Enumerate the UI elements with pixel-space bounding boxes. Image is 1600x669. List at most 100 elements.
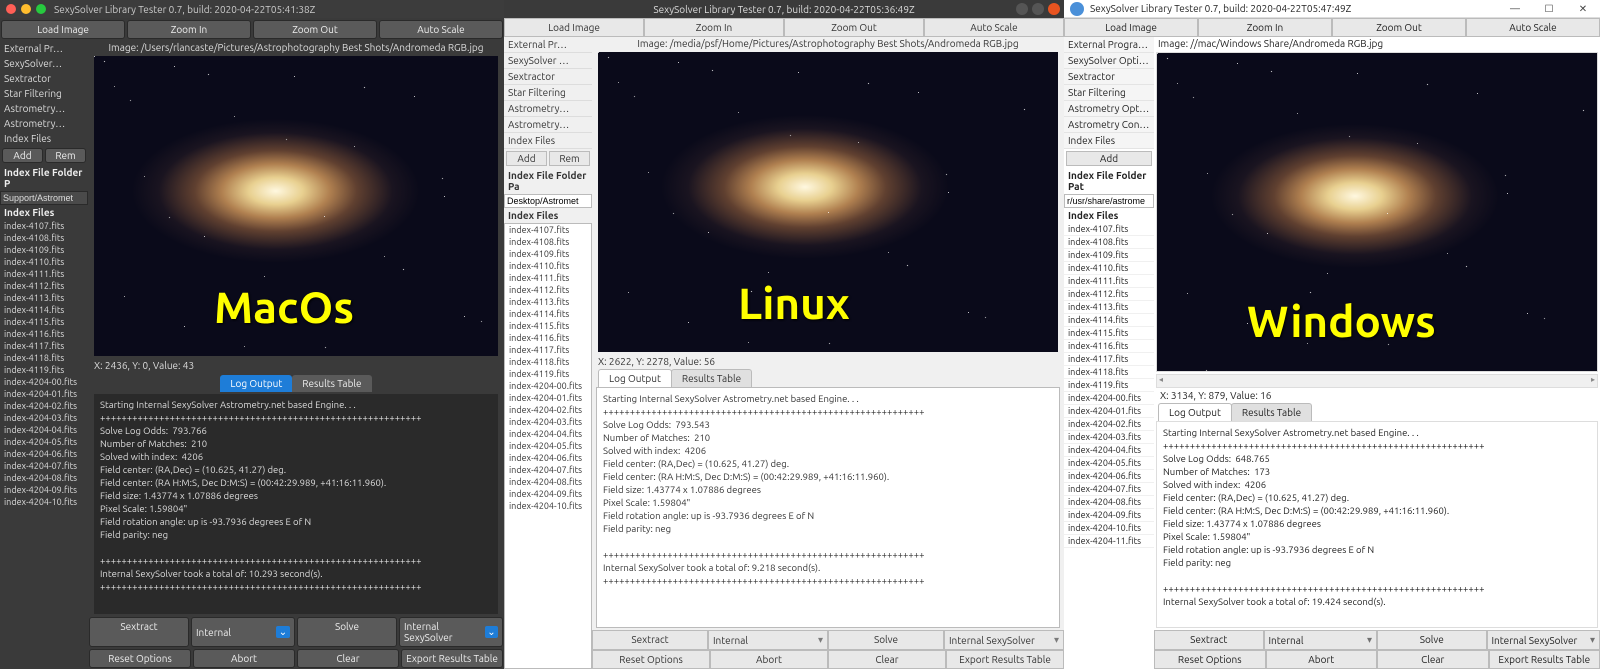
- index-file-item[interactable]: index-4204-06.fits: [0, 448, 88, 460]
- index-file-item[interactable]: index-4117.fits: [505, 344, 591, 356]
- folder-path-input[interactable]: [1064, 194, 1154, 208]
- sidebar-option[interactable]: SexySolver Options: [1064, 53, 1154, 69]
- index-file-item[interactable]: index-4113.fits: [0, 292, 88, 304]
- solver-select[interactable]: Internal SexySolver: [944, 630, 1064, 650]
- clear-button[interactable]: Clear: [1377, 650, 1489, 669]
- index-file-item[interactable]: index-4109.fits: [505, 248, 591, 260]
- index-file-item[interactable]: index-4204-09.fits: [0, 484, 88, 496]
- sidebar-option[interactable]: Sextractor: [504, 69, 592, 85]
- index-file-item[interactable]: index-4115.fits: [505, 320, 591, 332]
- index-file-item[interactable]: index-4115.fits: [0, 316, 88, 328]
- index-file-item[interactable]: index-4204-08.fits: [0, 472, 88, 484]
- auto-scale-button[interactable]: Auto Scale: [1466, 18, 1600, 37]
- index-file-item[interactable]: index-4204-02.fits: [505, 404, 591, 416]
- index-file-item[interactable]: index-4204-04.fits: [0, 424, 88, 436]
- abort-button[interactable]: Abort: [193, 649, 295, 668]
- index-file-item[interactable]: index-4114.fits: [1064, 314, 1154, 327]
- index-file-item[interactable]: index-4204-06.fits: [505, 452, 591, 464]
- reset-options-button[interactable]: Reset Options: [1154, 650, 1266, 669]
- index-file-item[interactable]: index-4112.fits: [505, 284, 591, 296]
- index-file-item[interactable]: index-4111.fits: [505, 272, 591, 284]
- index-file-item[interactable]: index-4113.fits: [505, 296, 591, 308]
- index-file-item[interactable]: index-4204-05.fits: [1064, 457, 1154, 470]
- index-file-item[interactable]: index-4109.fits: [0, 244, 88, 256]
- index-file-item[interactable]: index-4204-09.fits: [505, 488, 591, 500]
- sidebar-option[interactable]: Index Files: [504, 133, 592, 149]
- load-image-button[interactable]: Load Image: [504, 18, 644, 37]
- index-file-item[interactable]: index-4204-05.fits: [505, 440, 591, 452]
- zoom-out-button[interactable]: Zoom Out: [1332, 18, 1466, 37]
- index-file-item[interactable]: index-4204-07.fits: [1064, 483, 1154, 496]
- index-file-item[interactable]: index-4119.fits: [505, 368, 591, 380]
- index-file-item[interactable]: index-4204-06.fits: [1064, 470, 1154, 483]
- index-file-item[interactable]: index-4204-03.fits: [0, 412, 88, 424]
- index-file-item[interactable]: index-4119.fits: [1064, 379, 1154, 392]
- tab-log-output[interactable]: Log Output: [220, 375, 292, 392]
- index-file-item[interactable]: index-4204-10.fits: [1064, 522, 1154, 535]
- sextract-mode-select[interactable]: Internal: [708, 630, 828, 650]
- solver-select[interactable]: Internal SexySolver: [399, 617, 503, 647]
- sidebar-option[interactable]: Astrometry…: [0, 101, 88, 116]
- sextract-mode-select[interactable]: Internal: [191, 617, 295, 647]
- zoom-out-button[interactable]: Zoom Out: [253, 20, 377, 39]
- sidebar-option[interactable]: External Program …: [1064, 37, 1154, 53]
- index-file-item[interactable]: index-4204-04.fits: [505, 428, 591, 440]
- index-file-item[interactable]: index-4116.fits: [0, 328, 88, 340]
- zoom-in-button[interactable]: Zoom In: [1198, 18, 1332, 37]
- index-file-item[interactable]: index-4110.fits: [0, 256, 88, 268]
- folder-path-input[interactable]: [0, 191, 88, 205]
- log-output[interactable]: Starting Internal SexySolver Astrometry.…: [596, 387, 1060, 628]
- solver-select[interactable]: Internal SexySolver: [1487, 630, 1600, 650]
- image-view[interactable]: Windows: [1156, 52, 1598, 372]
- index-file-item[interactable]: index-4115.fits: [1064, 327, 1154, 340]
- solve-button[interactable]: Solve: [828, 630, 944, 650]
- clear-button[interactable]: Clear: [828, 650, 946, 669]
- minimize-icon[interactable]: [1016, 3, 1028, 15]
- index-file-item[interactable]: index-4116.fits: [1064, 340, 1154, 353]
- remove-button[interactable]: Rem: [45, 148, 86, 163]
- tab-results-table[interactable]: Results Table: [1231, 403, 1312, 421]
- maximize-icon[interactable]: [1032, 3, 1044, 15]
- index-file-item[interactable]: index-4108.fits: [1064, 236, 1154, 249]
- index-file-item[interactable]: index-4204-08.fits: [505, 476, 591, 488]
- sidebar-option[interactable]: External Pr…: [504, 37, 592, 53]
- auto-scale-button[interactable]: Auto Scale: [924, 18, 1064, 37]
- folder-path-input[interactable]: [504, 194, 592, 208]
- index-file-list[interactable]: index-4107.fitsindex-4108.fitsindex-4109…: [1064, 223, 1154, 669]
- index-file-item[interactable]: index-4204-09.fits: [1064, 509, 1154, 522]
- index-file-item[interactable]: index-4111.fits: [0, 268, 88, 280]
- index-file-item[interactable]: index-4111.fits: [1064, 275, 1154, 288]
- minimize-icon[interactable]: —: [1498, 0, 1532, 18]
- index-file-item[interactable]: index-4204-05.fits: [0, 436, 88, 448]
- remove-button[interactable]: Rem: [549, 151, 590, 166]
- index-file-item[interactable]: index-4204-11.fits: [1064, 535, 1154, 548]
- index-file-item[interactable]: index-4204-07.fits: [505, 464, 591, 476]
- close-icon[interactable]: [1048, 3, 1060, 15]
- sextract-mode-select[interactable]: Internal: [1264, 630, 1378, 650]
- index-file-item[interactable]: index-4110.fits: [505, 260, 591, 272]
- index-file-item[interactable]: index-4112.fits: [0, 280, 88, 292]
- minimize-icon[interactable]: [21, 4, 31, 14]
- index-file-item[interactable]: index-4116.fits: [505, 332, 591, 344]
- export-results-button[interactable]: Export Results Table: [1489, 650, 1600, 669]
- export-results-button[interactable]: Export Results Table: [401, 649, 503, 668]
- reset-options-button[interactable]: Reset Options: [89, 649, 191, 668]
- index-file-item[interactable]: index-4204-10.fits: [505, 500, 591, 512]
- index-file-item[interactable]: index-4204-00.fits: [505, 380, 591, 392]
- index-file-item[interactable]: index-4118.fits: [505, 356, 591, 368]
- sextract-button[interactable]: Sextract: [1154, 630, 1264, 650]
- zoom-in-button[interactable]: Zoom In: [644, 18, 784, 37]
- tab-results-table[interactable]: Results Table: [292, 375, 371, 392]
- sextract-button[interactable]: Sextract: [89, 617, 189, 647]
- index-file-item[interactable]: index-4108.fits: [505, 236, 591, 248]
- solve-button[interactable]: Solve: [297, 617, 397, 647]
- index-file-item[interactable]: index-4114.fits: [505, 308, 591, 320]
- tab-log-output[interactable]: Log Output: [598, 369, 672, 387]
- maximize-icon[interactable]: ☐: [1532, 0, 1566, 18]
- load-image-button[interactable]: Load Image: [1064, 18, 1198, 37]
- reset-options-button[interactable]: Reset Options: [592, 650, 710, 669]
- sidebar-option[interactable]: Star Filtering: [504, 85, 592, 101]
- zoom-in-button[interactable]: Zoom In: [127, 20, 251, 39]
- index-file-item[interactable]: index-4107.fits: [1064, 223, 1154, 236]
- sidebar-option[interactable]: Star Filtering: [0, 86, 88, 101]
